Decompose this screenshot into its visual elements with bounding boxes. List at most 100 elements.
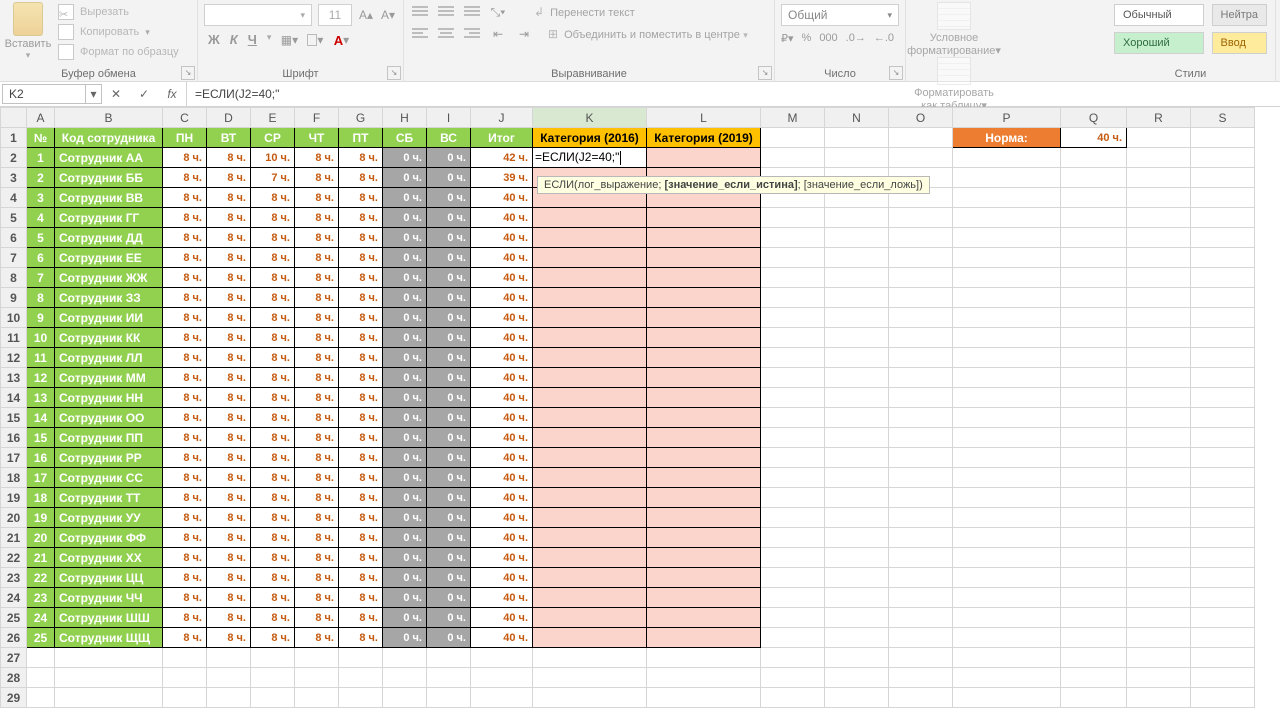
cell-cat16[interactable] <box>533 548 647 568</box>
cell-cat16[interactable] <box>533 528 647 548</box>
row-header-9[interactable]: 9 <box>1 288 27 308</box>
cell-cat16[interactable] <box>533 508 647 528</box>
increase-indent-icon[interactable]: ⇥ <box>516 26 532 42</box>
cell-cat19[interactable] <box>647 428 761 448</box>
row-header-16[interactable]: 16 <box>1 428 27 448</box>
col-header-A[interactable]: A <box>27 108 55 128</box>
cell-cat16[interactable] <box>533 348 647 368</box>
number-launcher[interactable]: ↘ <box>889 66 903 80</box>
row-header-28[interactable]: 28 <box>1 668 27 688</box>
format-as-table-button[interactable]: Форматировать как таблицу▾ <box>906 57 1002 112</box>
cell-cat16[interactable] <box>533 228 647 248</box>
decrease-decimal-icon[interactable]: ←.0 <box>874 32 894 45</box>
col-header-C[interactable]: C <box>163 108 207 128</box>
col-header-O[interactable]: O <box>889 108 953 128</box>
row-header-20[interactable]: 20 <box>1 508 27 528</box>
cell-cat19[interactable] <box>647 148 761 168</box>
row-header-10[interactable]: 10 <box>1 308 27 328</box>
increase-decimal-icon[interactable]: .0→ <box>846 32 866 45</box>
cell-cat16[interactable] <box>533 248 647 268</box>
font-color-button[interactable]: A▾ <box>333 32 349 48</box>
cell-cat19[interactable] <box>647 368 761 388</box>
row-header-26[interactable]: 26 <box>1 628 27 648</box>
align-right-icon[interactable] <box>464 28 480 40</box>
col-header-N[interactable]: N <box>825 108 889 128</box>
col-header-K[interactable]: K <box>533 108 647 128</box>
cell-cat16[interactable] <box>533 268 647 288</box>
row-header-7[interactable]: 7 <box>1 248 27 268</box>
accounting-button[interactable]: ₽▾ <box>781 32 794 45</box>
cell-cat16[interactable] <box>533 388 647 408</box>
row-header-3[interactable]: 3 <box>1 168 27 188</box>
col-header-P[interactable]: P <box>953 108 1061 128</box>
row-header-8[interactable]: 8 <box>1 268 27 288</box>
cell-cat19[interactable] <box>647 528 761 548</box>
cell-cat16[interactable] <box>533 468 647 488</box>
align-middle-icon[interactable] <box>438 6 454 18</box>
percent-button[interactable]: % <box>802 32 812 45</box>
style-normal[interactable]: Обычный <box>1114 4 1204 26</box>
col-header-D[interactable]: D <box>207 108 251 128</box>
row-header-22[interactable]: 22 <box>1 548 27 568</box>
confirm-edit-button[interactable]: ✓ <box>136 87 152 101</box>
borders-button[interactable]: ▦▾ <box>281 32 297 48</box>
worksheet[interactable]: ABCDEFGHIJKLMNOPQRS1№Код сотрудникаПНВТС… <box>0 107 1280 708</box>
cell-cat16[interactable] <box>533 488 647 508</box>
cell-cat19[interactable] <box>647 348 761 368</box>
col-header-Q[interactable]: Q <box>1061 108 1127 128</box>
cell-cat19[interactable] <box>647 628 761 648</box>
align-bottom-icon[interactable] <box>464 6 480 18</box>
cell-cat19[interactable] <box>647 488 761 508</box>
cell-cat16[interactable] <box>533 208 647 228</box>
cell-cat19[interactable] <box>647 308 761 328</box>
row-header-6[interactable]: 6 <box>1 228 27 248</box>
align-center-icon[interactable] <box>438 28 454 40</box>
row-header-15[interactable]: 15 <box>1 408 27 428</box>
name-box[interactable]: K2 ▾ <box>2 84 102 104</box>
cell-cat19[interactable] <box>647 468 761 488</box>
cell-cat19[interactable] <box>647 288 761 308</box>
bold-button[interactable]: Ж <box>208 32 220 48</box>
row-header-1[interactable]: 1 <box>1 128 27 148</box>
cell-cat19[interactable] <box>647 328 761 348</box>
cell-cat16[interactable] <box>533 568 647 588</box>
row-header-27[interactable]: 27 <box>1 648 27 668</box>
decrease-indent-icon[interactable]: ⇤ <box>490 26 506 42</box>
row-header-2[interactable]: 2 <box>1 148 27 168</box>
row-header-18[interactable]: 18 <box>1 468 27 488</box>
col-header-R[interactable]: R <box>1127 108 1191 128</box>
row-header-14[interactable]: 14 <box>1 388 27 408</box>
insert-function-button[interactable]: fx <box>164 87 180 101</box>
row-header-5[interactable]: 5 <box>1 208 27 228</box>
font-name-combo[interactable]: ▾ <box>204 4 312 26</box>
col-header-L[interactable]: L <box>647 108 761 128</box>
cell-cat16[interactable] <box>533 368 647 388</box>
align-top-icon[interactable] <box>412 6 428 18</box>
col-header-B[interactable]: B <box>55 108 163 128</box>
cell-cat19[interactable] <box>647 388 761 408</box>
style-neutral[interactable]: Нейтра <box>1212 4 1267 26</box>
style-good[interactable]: Хороший <box>1114 32 1204 54</box>
conditional-format-button[interactable]: Условное форматирование▾ <box>906 2 1002 57</box>
row-header-13[interactable]: 13 <box>1 368 27 388</box>
cell-cat19[interactable] <box>647 268 761 288</box>
wrap-text-button[interactable]: ↲Перенести текст <box>534 5 635 19</box>
underline-button[interactable]: Ч <box>248 32 257 48</box>
col-header-J[interactable]: J <box>471 108 533 128</box>
col-header-H[interactable]: H <box>383 108 427 128</box>
chevron-down-icon[interactable]: ▾ <box>85 85 101 103</box>
cell-cat16[interactable] <box>533 628 647 648</box>
col-header-I[interactable]: I <box>427 108 471 128</box>
cell-editing[interactable]: =ЕСЛИ(J2=40;" <box>533 148 647 168</box>
align-left-icon[interactable] <box>412 28 428 40</box>
cell-cat16[interactable] <box>533 288 647 308</box>
merge-center-button[interactable]: ⊞Объединить и поместить в центре ▾ <box>548 27 748 41</box>
decrease-font-icon[interactable]: A▾ <box>380 7 396 23</box>
row-header-24[interactable]: 24 <box>1 588 27 608</box>
col-header-M[interactable]: M <box>761 108 825 128</box>
cell-cat19[interactable] <box>647 548 761 568</box>
col-header-E[interactable]: E <box>251 108 295 128</box>
row-header-29[interactable]: 29 <box>1 688 27 708</box>
cell-cat16[interactable] <box>533 308 647 328</box>
row-header-4[interactable]: 4 <box>1 188 27 208</box>
